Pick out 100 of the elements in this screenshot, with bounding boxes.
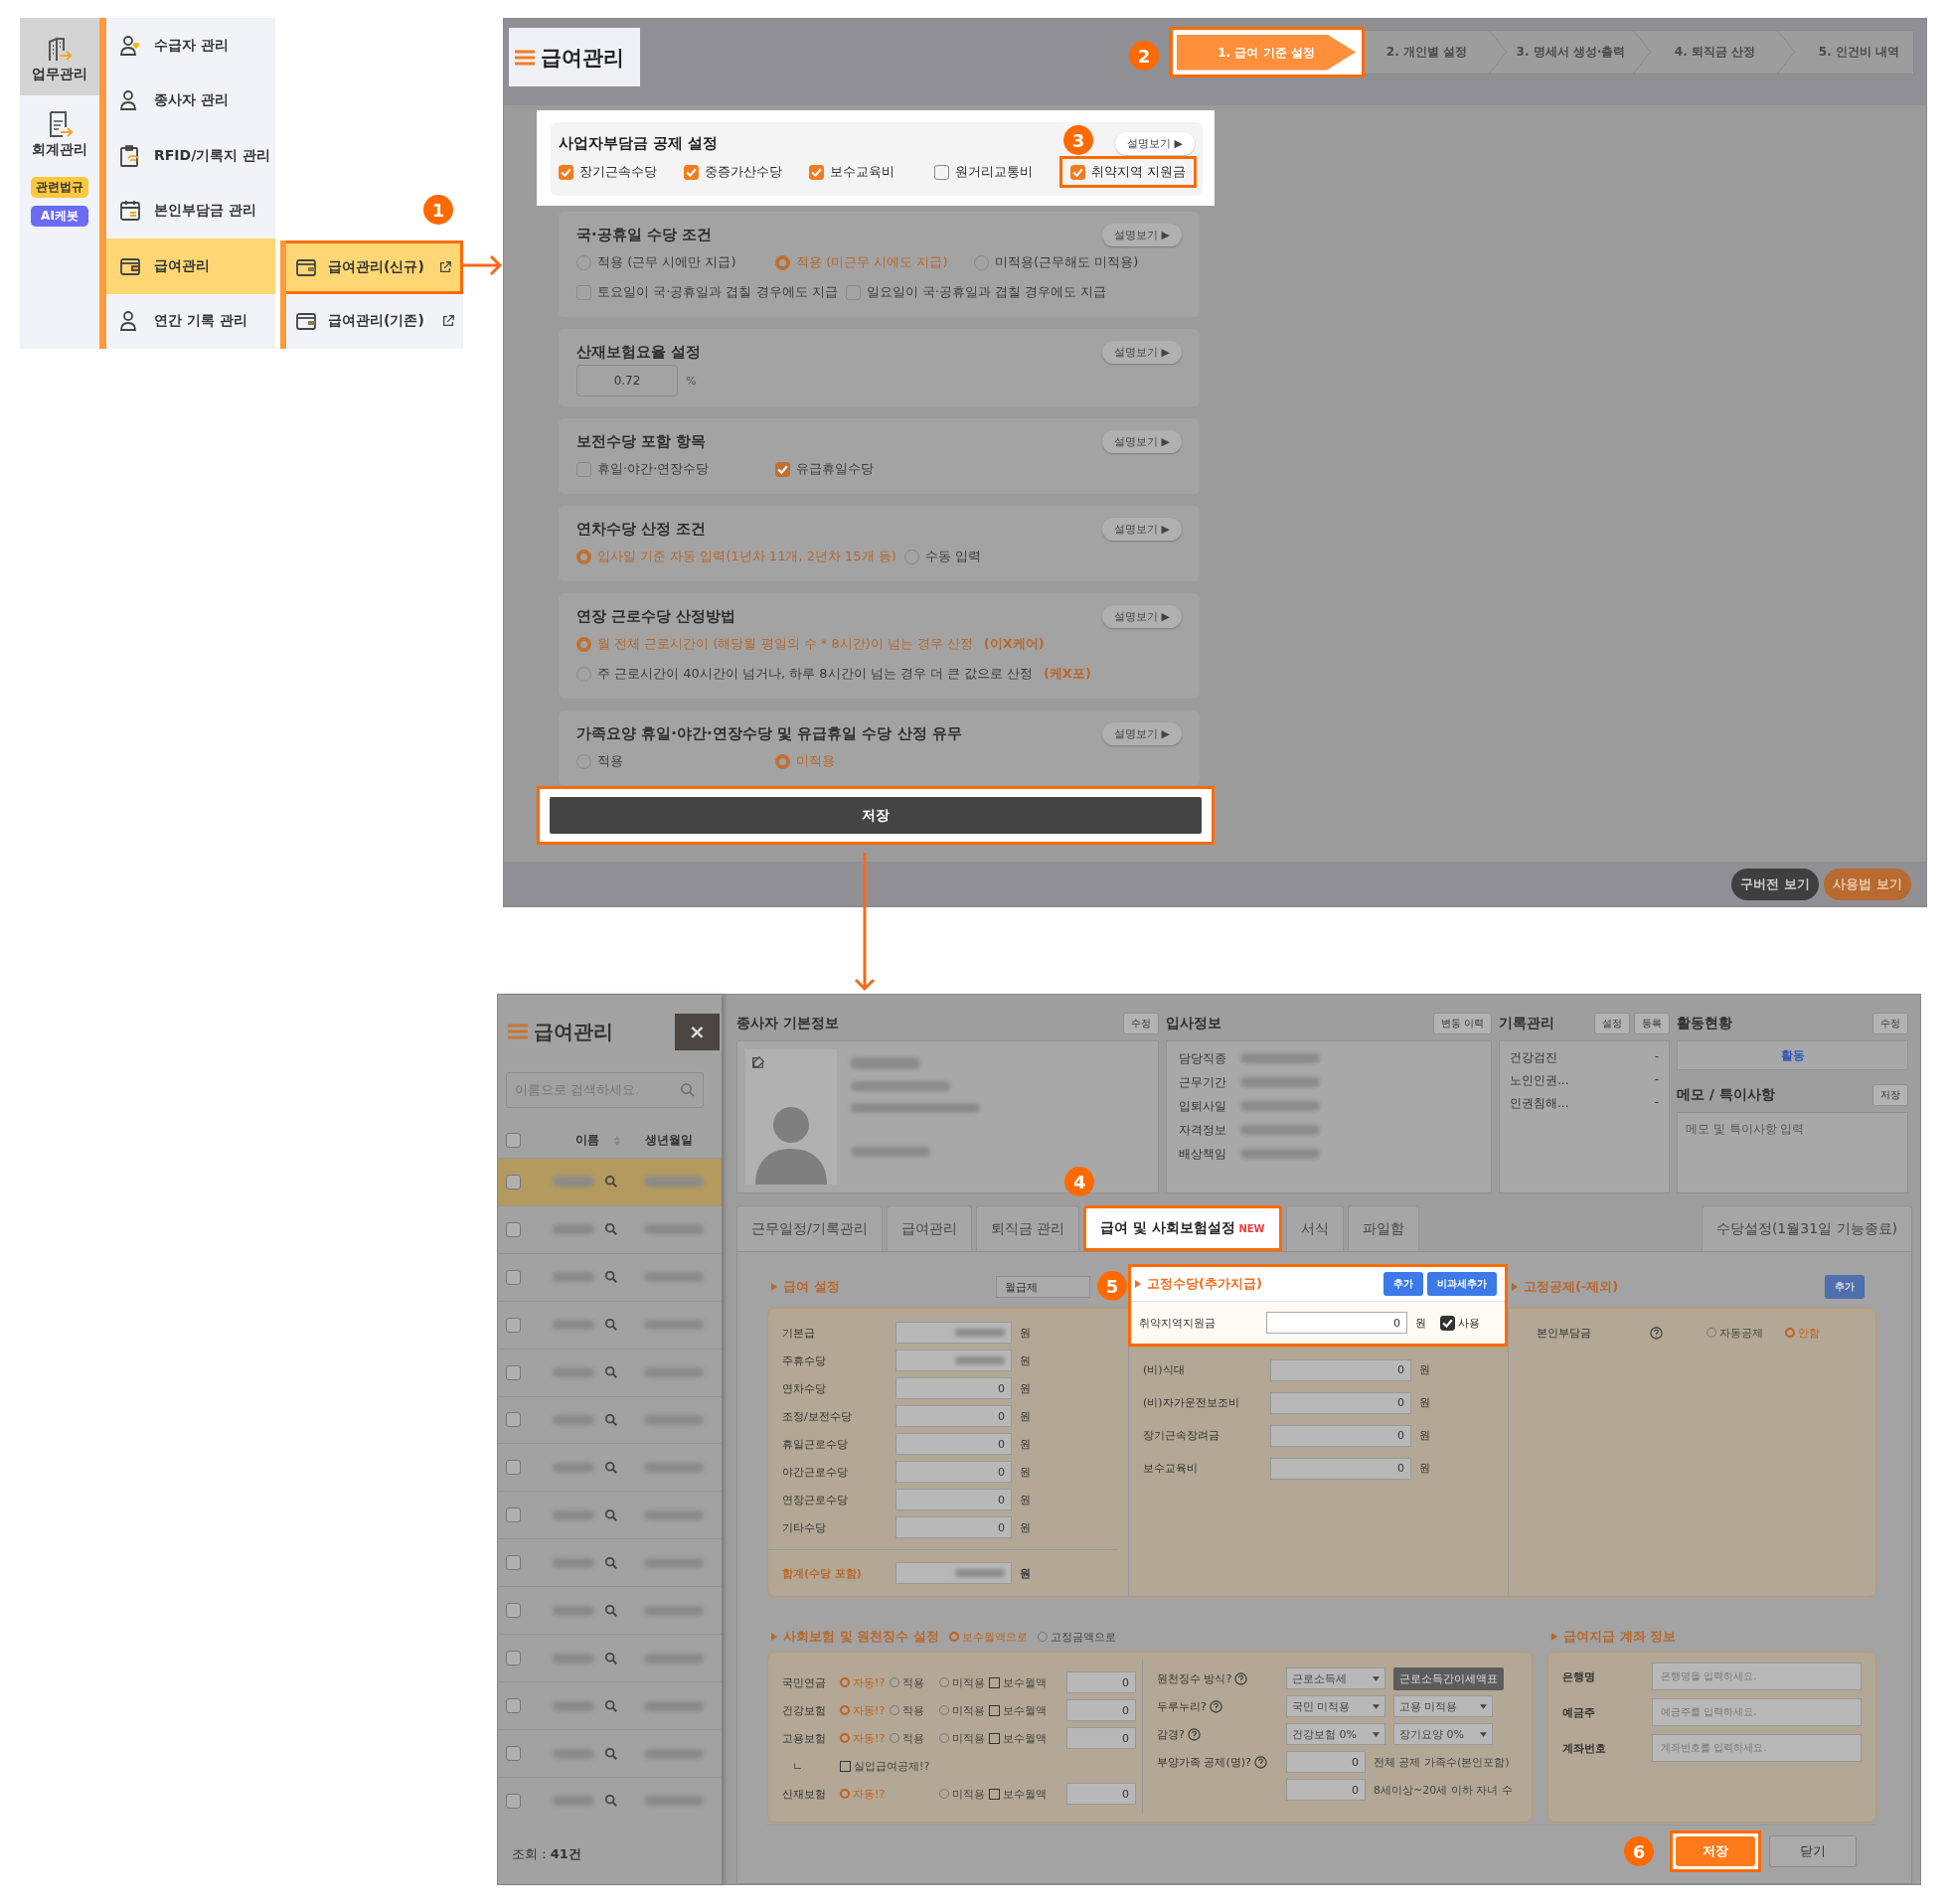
save-memo-button[interactable]: 저장 [1872, 1084, 1908, 1106]
help-icon[interactable] [1253, 1755, 1267, 1769]
explain-button[interactable]: 설명보기 ▶ [1102, 223, 1182, 246]
count-field[interactable]: 0 [1286, 1751, 1366, 1773]
amount-field[interactable]: 0 [895, 1461, 1012, 1483]
column-header[interactable]: 이름 [575, 1132, 599, 1150]
row-checkbox[interactable] [506, 1555, 521, 1571]
radio-option[interactable]: 적용 [576, 752, 775, 770]
help-icon[interactable] [1234, 1671, 1248, 1685]
amount-field[interactable]: 0 [895, 1377, 1012, 1399]
submenu-item[interactable]: 급여관리(기존) [286, 294, 463, 348]
select-all-checkbox[interactable] [506, 1133, 521, 1149]
old-version-button[interactable]: 구버전 보기 [1731, 868, 1819, 900]
checkbox[interactable]: 보수교육비 [809, 163, 934, 181]
menu-item[interactable]: 급여관리 [106, 238, 275, 294]
radio-option[interactable]: 미적용 [939, 1702, 989, 1718]
menu-item[interactable]: 종사자 관리 [106, 73, 275, 128]
search-icon[interactable] [604, 1555, 618, 1570]
radio-option[interactable]: 자동공제 [1706, 1325, 1763, 1341]
search-icon[interactable] [604, 1794, 618, 1809]
row-checkbox[interactable] [506, 1651, 521, 1666]
count-field[interactable]: 0 [1286, 1779, 1366, 1801]
amount-field[interactable]: 0 [1270, 1457, 1411, 1480]
search-icon[interactable] [604, 1651, 618, 1666]
tab[interactable]: 급여관리 [886, 1205, 972, 1251]
search-icon[interactable] [604, 1222, 618, 1237]
menu-icon[interactable] [515, 49, 535, 66]
use-checkbox[interactable]: 사용 [1440, 1315, 1480, 1331]
amount-field[interactable]: 0 [1266, 1312, 1407, 1334]
tab[interactable]: 근무일정/기록관리 [736, 1205, 883, 1251]
tab[interactable]: 퇴직금 관리 [975, 1205, 1080, 1251]
regulations-button[interactable]: 관련법규 [31, 177, 88, 198]
checkbox[interactable]: 토요일이 국·공휴일과 겹칠 경우에도 지급 [576, 283, 846, 301]
radio-option[interactable]: 고정금액으로 [1037, 1629, 1116, 1645]
menu-icon[interactable] [508, 1024, 528, 1040]
row-checkbox[interactable] [506, 1364, 521, 1380]
save-button[interactable]: 저장 [550, 797, 1202, 834]
pay-type-select[interactable]: 월급제 [996, 1276, 1090, 1298]
explain-button[interactable]: 설명보기 ▶ [1102, 604, 1182, 628]
amount-field[interactable]: 0 [1270, 1391, 1411, 1414]
tab[interactable]: 수당설정(1월31일 기능종료) [1701, 1205, 1912, 1251]
checkbox[interactable]: 보수월액 [989, 1786, 1062, 1802]
amount-field[interactable]: 0 [895, 1433, 1012, 1455]
radio-option[interactable]: 적용 [890, 1674, 939, 1690]
radio-option[interactable]: 적용 [890, 1730, 939, 1746]
checkbox[interactable]: 보수월액 [989, 1674, 1062, 1690]
search-icon[interactable] [604, 1412, 618, 1427]
menu-item[interactable]: RFID/기록지 관리 [106, 128, 275, 184]
help-icon[interactable] [1650, 1326, 1663, 1340]
row-checkbox[interactable] [506, 1317, 521, 1333]
dropdown[interactable]: 장기요양 0% [1393, 1723, 1493, 1745]
submenu-item[interactable]: 급여관리(신규) [286, 240, 463, 294]
checkbox[interactable]: 취약지역 지원금 [1059, 156, 1198, 188]
checkbox[interactable]: 장기근속수당 [559, 163, 684, 181]
search-icon[interactable] [604, 1270, 618, 1285]
amount-field[interactable]: 0 [895, 1405, 1012, 1427]
menu-item[interactable]: 연간 기록 관리 [106, 293, 275, 349]
checkbox[interactable]: 실업급여공제!? [840, 1758, 932, 1774]
search-icon[interactable] [604, 1175, 618, 1190]
help-icon[interactable] [1209, 1699, 1222, 1713]
add-button[interactable]: 추가 [1825, 1275, 1865, 1299]
search-icon[interactable] [604, 1507, 618, 1522]
amount-field[interactable]: 0 [1270, 1424, 1411, 1447]
step-tab[interactable]: 2. 개인별 설정 [1365, 31, 1489, 74]
row-checkbox[interactable] [506, 1269, 521, 1285]
explain-button[interactable]: 설명보기 ▶ [1102, 721, 1182, 745]
search-icon[interactable] [604, 1460, 618, 1475]
row-checkbox[interactable] [506, 1507, 521, 1523]
edit-button[interactable]: 수정 [1872, 1013, 1908, 1034]
row-checkbox[interactable] [506, 1793, 521, 1809]
amount-field[interactable]: 0 [1270, 1358, 1411, 1381]
close-button[interactable]: 닫기 [1769, 1835, 1857, 1867]
ai-chat-button[interactable]: AI케봇 [31, 206, 88, 227]
search-icon[interactable] [604, 1746, 618, 1761]
search-icon[interactable] [680, 1082, 695, 1098]
memo-field[interactable]: 메모 및 특이사항 입력 [1677, 1112, 1908, 1193]
row-checkbox[interactable] [506, 1174, 521, 1190]
radio-option[interactable]: 미적용 [939, 1730, 989, 1746]
record-button[interactable]: 등록 [1634, 1013, 1670, 1034]
radio-option[interactable]: 수동 입력 [903, 548, 1103, 565]
dropdown[interactable]: 고용 미적용 [1393, 1695, 1493, 1717]
save-button[interactable]: 저장 [1676, 1836, 1755, 1866]
amount-field[interactable]: 0 [1066, 1727, 1136, 1749]
checkbox[interactable]: 보수월액 [989, 1702, 1062, 1718]
tax-table-button[interactable]: 근로소득간이세액표 [1393, 1666, 1504, 1690]
help-icon[interactable] [1187, 1727, 1201, 1741]
history-button[interactable]: 변동 이력 [1432, 1013, 1492, 1034]
dropdown[interactable]: 건강보험 0% [1286, 1723, 1385, 1745]
row-checkbox[interactable] [506, 1412, 521, 1428]
amount-field[interactable] [895, 1322, 1012, 1344]
row-checkbox[interactable] [506, 1746, 521, 1762]
explain-button[interactable]: 설명보기 ▶ [1115, 131, 1195, 155]
amount-field[interactable]: 0 [1066, 1699, 1136, 1721]
radio-option[interactable]: 미적용 [939, 1674, 989, 1690]
radio-option[interactable]: 적용 (근무 시에만 지급) [576, 253, 775, 271]
amount-field[interactable]: 0 [1066, 1671, 1136, 1693]
menu-item[interactable]: 본인부담금 관리 [106, 183, 275, 238]
radio-option[interactable]: 미적용(근무해도 미적용) [974, 253, 1173, 271]
search-icon[interactable] [604, 1318, 618, 1333]
add-button[interactable]: 비과세추가 [1427, 1272, 1497, 1296]
